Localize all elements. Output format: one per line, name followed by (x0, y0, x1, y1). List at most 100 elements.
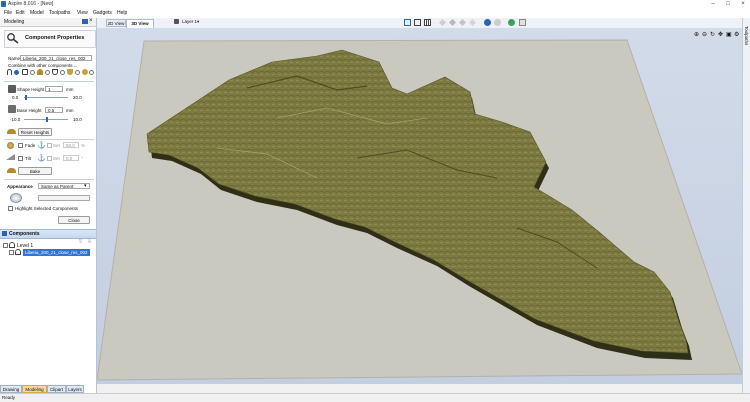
panel-title: Modeling (4, 19, 25, 25)
minimize-icon[interactable]: – (706, 0, 720, 9)
fade-unit: % (81, 143, 86, 148)
combine-low-icon[interactable] (52, 69, 58, 75)
toolpaths-tab[interactable]: Toolpaths (744, 26, 749, 45)
close-window-icon[interactable]: × (736, 0, 750, 9)
rotate-icon[interactable]: ↻ (710, 31, 715, 38)
zoom-box-icon[interactable] (414, 19, 421, 26)
lighting-icon[interactable] (494, 19, 501, 26)
fade-value-input[interactable]: 50.0 (63, 142, 79, 148)
shape-height-icon (8, 85, 16, 93)
zoom-in-icon[interactable]: ⊕ (694, 31, 699, 38)
menu-edit[interactable]: Edit (16, 10, 25, 16)
grid-icon[interactable] (424, 19, 431, 26)
fade-set-checkbox[interactable] (47, 143, 52, 148)
base-height-unit: mm (66, 108, 74, 113)
tab-2d-view[interactable]: 2D View (106, 19, 126, 27)
tab-modeling[interactable]: Modeling (22, 385, 47, 393)
base-height-input[interactable]: 0.5 (45, 107, 63, 113)
base-min-label: -10.0 (10, 117, 21, 122)
base-height-label: Base Height (17, 108, 42, 113)
shape-height-label: Shape Height (17, 87, 45, 92)
combine-subtract-icon[interactable] (22, 69, 28, 75)
maximize-icon[interactable]: □ (721, 0, 735, 9)
base-height-slider-thumb[interactable] (45, 117, 48, 122)
menu-bar (0, 9, 750, 18)
combine-radio-merge[interactable] (45, 70, 50, 75)
name-label: Name (8, 56, 21, 61)
fit-icon[interactable]: ▣ (726, 31, 732, 38)
tilt-set-label: Set (53, 156, 60, 161)
component-icon (15, 249, 21, 255)
combine-merge-icon[interactable] (37, 69, 43, 75)
appearance-label: Appearance (7, 184, 33, 189)
appearance-select[interactable]: Same as Parent (38, 183, 90, 189)
layer-select[interactable]: Layer 1 (182, 19, 197, 24)
material-select[interactable] (38, 195, 90, 201)
shape-height-track[interactable] (24, 97, 68, 98)
combine-radio-subtract[interactable] (30, 70, 35, 75)
shape-height-input[interactable]: 1 (45, 86, 63, 92)
menu-file[interactable]: File (4, 10, 12, 16)
tab-layers[interactable]: Layers (66, 385, 84, 393)
render-icon[interactable] (508, 19, 515, 26)
anchor-icon[interactable]: ⚓ (37, 141, 46, 149)
tilt-value-input[interactable]: 0.0 (63, 155, 79, 161)
close-button[interactable]: Close (58, 216, 90, 224)
menu-toolpaths[interactable]: Toolpaths (49, 10, 70, 16)
chevron-down-icon[interactable]: ▾ (197, 19, 199, 25)
tab-3d-view[interactable]: 3D View (126, 19, 154, 28)
move-down-icon[interactable]: ⇩ (87, 238, 92, 245)
shape-height-unit: mm (66, 87, 74, 92)
reset-heights-button[interactable]: Reset Heights (18, 128, 52, 136)
combine-radio-multiply[interactable] (75, 70, 80, 75)
display-options-icon[interactable] (519, 19, 526, 26)
app-icon (1, 1, 6, 7)
menu-gadgets[interactable]: Gadgets (93, 10, 112, 16)
component-visibility-checkbox[interactable] (9, 250, 14, 255)
menu-model[interactable]: Model (30, 10, 44, 16)
settings-icon[interactable]: ⚙ (734, 31, 739, 38)
panel-close-icon[interactable]: × (89, 18, 93, 24)
material-icon (10, 193, 22, 203)
component-item[interactable]: Liberia_200_z1_close_res_002 (23, 249, 90, 256)
combine-high-icon[interactable] (82, 69, 88, 75)
combine-mode-row (6, 69, 94, 77)
tab-drawing[interactable]: Drawing (0, 385, 22, 393)
material-shade-icon[interactable] (484, 19, 491, 26)
move-up-icon[interactable]: ⇧ (78, 238, 83, 245)
highlight-checkbox[interactable] (8, 206, 13, 211)
combine-radio-add[interactable] (14, 70, 19, 75)
component-properties-icon (7, 33, 19, 44)
base-max-label: 10.0 (73, 117, 82, 122)
divider (4, 139, 94, 140)
level-visibility-checkbox[interactable] (3, 243, 8, 248)
combine-multiply-icon[interactable] (67, 69, 73, 75)
chevron-down-icon[interactable]: ▾ (84, 183, 87, 189)
pan-icon[interactable]: ✥ (718, 31, 723, 38)
combine-radio-high[interactable] (89, 70, 94, 75)
combine-add-icon[interactable] (7, 69, 12, 75)
bake-icon (7, 168, 16, 173)
3d-viewport[interactable]: ⊕ ⊖ ↻ ✥ ▣ ⚙ (96, 28, 743, 384)
combine-radio-low[interactable] (60, 70, 65, 75)
tilt-set-checkbox[interactable] (47, 156, 52, 161)
anchor-icon[interactable]: ⚓ (37, 154, 46, 162)
name-field[interactable]: Liberia_200_z1_close_res_002 (20, 55, 92, 61)
tilt-checkbox[interactable] (18, 156, 23, 161)
fade-set-label: Set (53, 143, 60, 148)
panel-title-bar: Modeling × (0, 18, 96, 27)
layer-icon (174, 19, 179, 24)
menu-help[interactable]: Help (117, 10, 127, 16)
highlight-label: Highlight Selected Components (15, 206, 79, 211)
tab-clipart[interactable]: Clipart (47, 385, 66, 393)
view-controls: ⊕ ⊖ ↻ ✥ ▣ ⚙ (694, 31, 740, 39)
pin-icon[interactable] (82, 19, 88, 24)
bake-button[interactable]: Bake (18, 167, 52, 175)
fade-checkbox[interactable] (18, 143, 23, 148)
shape-height-slider-thumb[interactable] (25, 95, 28, 100)
zoom-out-icon[interactable]: ⊖ (702, 31, 707, 38)
scene-canvas[interactable] (96, 28, 743, 384)
tilt-unit: ° (81, 156, 83, 161)
menu-view[interactable]: View (77, 10, 88, 16)
zoom-extents-icon[interactable] (404, 19, 411, 26)
